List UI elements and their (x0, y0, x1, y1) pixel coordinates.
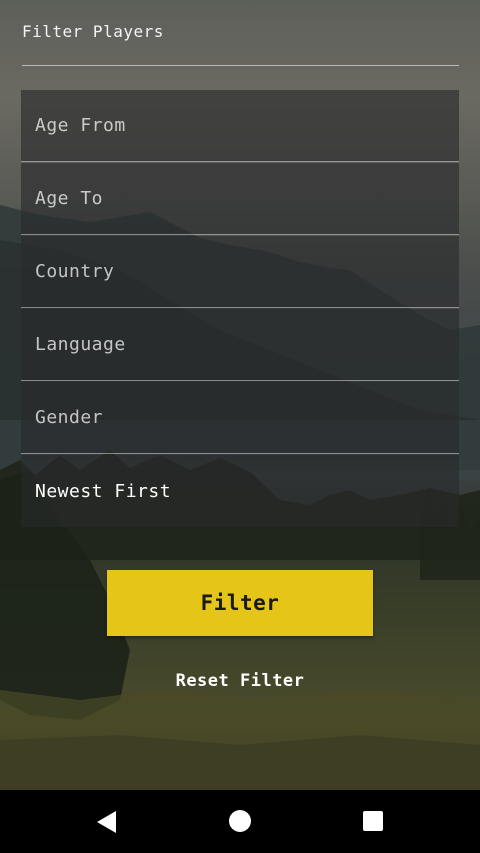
filter-form: Age From Age To Country Language Gender … (21, 90, 459, 528)
sort-order-select[interactable]: Newest First (21, 455, 459, 527)
header-divider (22, 65, 459, 66)
back-triangle-icon[interactable] (97, 811, 116, 833)
home-circle-icon[interactable] (229, 810, 251, 832)
gender-field[interactable]: Gender (21, 382, 459, 454)
language-field[interactable]: Language (21, 309, 459, 381)
page-title: Filter Players (22, 22, 164, 41)
age-to-field[interactable]: Age To (21, 163, 459, 235)
reset-filter-link[interactable]: Reset Filter (0, 671, 480, 691)
recents-square-icon[interactable] (363, 811, 383, 831)
country-field[interactable]: Country (21, 236, 459, 308)
filter-button[interactable]: Filter (107, 570, 373, 636)
age-from-field[interactable]: Age From (21, 90, 459, 162)
system-navigation-bar (0, 790, 480, 853)
